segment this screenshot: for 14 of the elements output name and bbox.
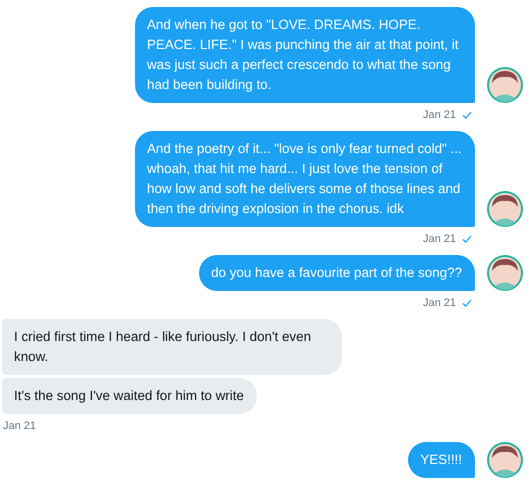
message-bubble: And when he got to "LOVE. DREAMS. HOPE. PEACE. LIFE." I was punching the air at that point, it was just such a perfect crescendo to what the song had been building to. (135, 7, 475, 103)
avatar-icon (487, 67, 523, 103)
message-time: Jan 21 (3, 420, 36, 432)
message-bubble: YES!!!! (408, 442, 475, 478)
message-bubble: I cried first time I heard - like furiously. I don't even know. (2, 319, 342, 375)
message-time: Jan 21 (422, 109, 456, 121)
message-bubble: do you have a favourite part of the song?? (199, 255, 475, 291)
message-time: Jan 21 (422, 233, 456, 245)
message-bubble: It's the song I've waited for him to write (2, 378, 257, 414)
avatar-icon (487, 442, 523, 478)
message-bubble: And the poetry of it... "love is only fear turned cold" ... whoah, that hit me hard... I just love the tension of how low and soft he delivers some of those lines and then the driving explosion in the chorus. idk (135, 131, 475, 227)
avatar-icon (487, 255, 523, 291)
avatar-icon (487, 191, 523, 227)
message-time: Jan 21 (422, 297, 456, 309)
